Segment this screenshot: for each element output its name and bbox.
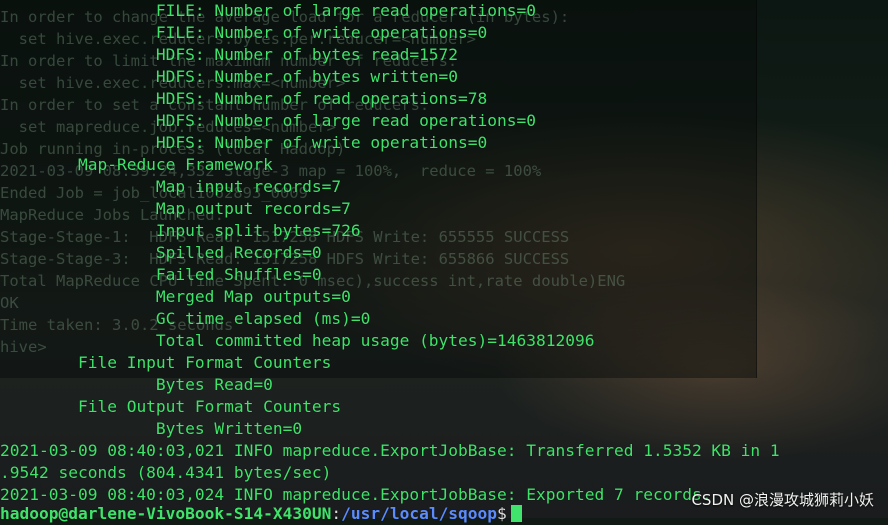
terminal-line: Bytes Written=0	[0, 419, 303, 438]
prompt-path: /usr/local/sqoop	[341, 504, 498, 523]
terminal-line: Total committed heap usage (bytes)=14638…	[0, 331, 595, 350]
prompt-user-host: hadoop@darlene-VivoBook-S14-X430UN	[0, 504, 332, 523]
terminal-line: Failed Shuffles=0	[0, 265, 322, 284]
terminal-line: File Input Format Counters	[0, 353, 332, 372]
foreground-terminal[interactable]: FILE: Number of large read operations=0 …	[0, 0, 888, 523]
terminal-line: Spilled Records=0	[0, 243, 322, 262]
terminal-line: Input split bytes=726	[0, 221, 361, 240]
terminal-line: Merged Map outputs=0	[0, 287, 351, 306]
terminal-line: 2021-03-09 08:40:03,021 INFO mapreduce.E…	[0, 441, 780, 460]
terminal-line: HDFS: Number of write operations=0	[0, 133, 488, 152]
shell-prompt[interactable]: hadoop@darlene-VivoBook-S14-X430UN:/usr/…	[0, 503, 522, 525]
terminal-line: HDFS: Number of bytes written=0	[0, 67, 459, 86]
terminal-line: Map-Reduce Framework	[0, 155, 273, 174]
text-cursor	[510, 505, 522, 522]
terminal-line: Map output records=7	[0, 199, 351, 218]
terminal-line: Map input records=7	[0, 177, 342, 196]
terminal-line: HDFS: Number of bytes read=1572	[0, 45, 459, 64]
terminal-line: FILE: Number of write operations=0	[0, 23, 488, 42]
terminal-line: FILE: Number of large read operations=0	[0, 1, 537, 20]
terminal-line: HDFS: Number of large read operations=0	[0, 111, 537, 130]
prompt-separator: :	[331, 504, 342, 523]
terminal-line: .9542 seconds (804.4341 bytes/sec)	[0, 463, 332, 482]
terminal-line: GC time elapsed (ms)=0	[0, 309, 371, 328]
terminal-line: Bytes Read=0	[0, 375, 273, 394]
terminal-line: File Output Format Counters	[0, 397, 342, 416]
prompt-symbol: $	[497, 504, 507, 523]
terminal-line: HDFS: Number of read operations=78	[0, 89, 488, 108]
csdn-watermark: CSDN @浪漫攻城狮莉小妖	[691, 491, 874, 509]
